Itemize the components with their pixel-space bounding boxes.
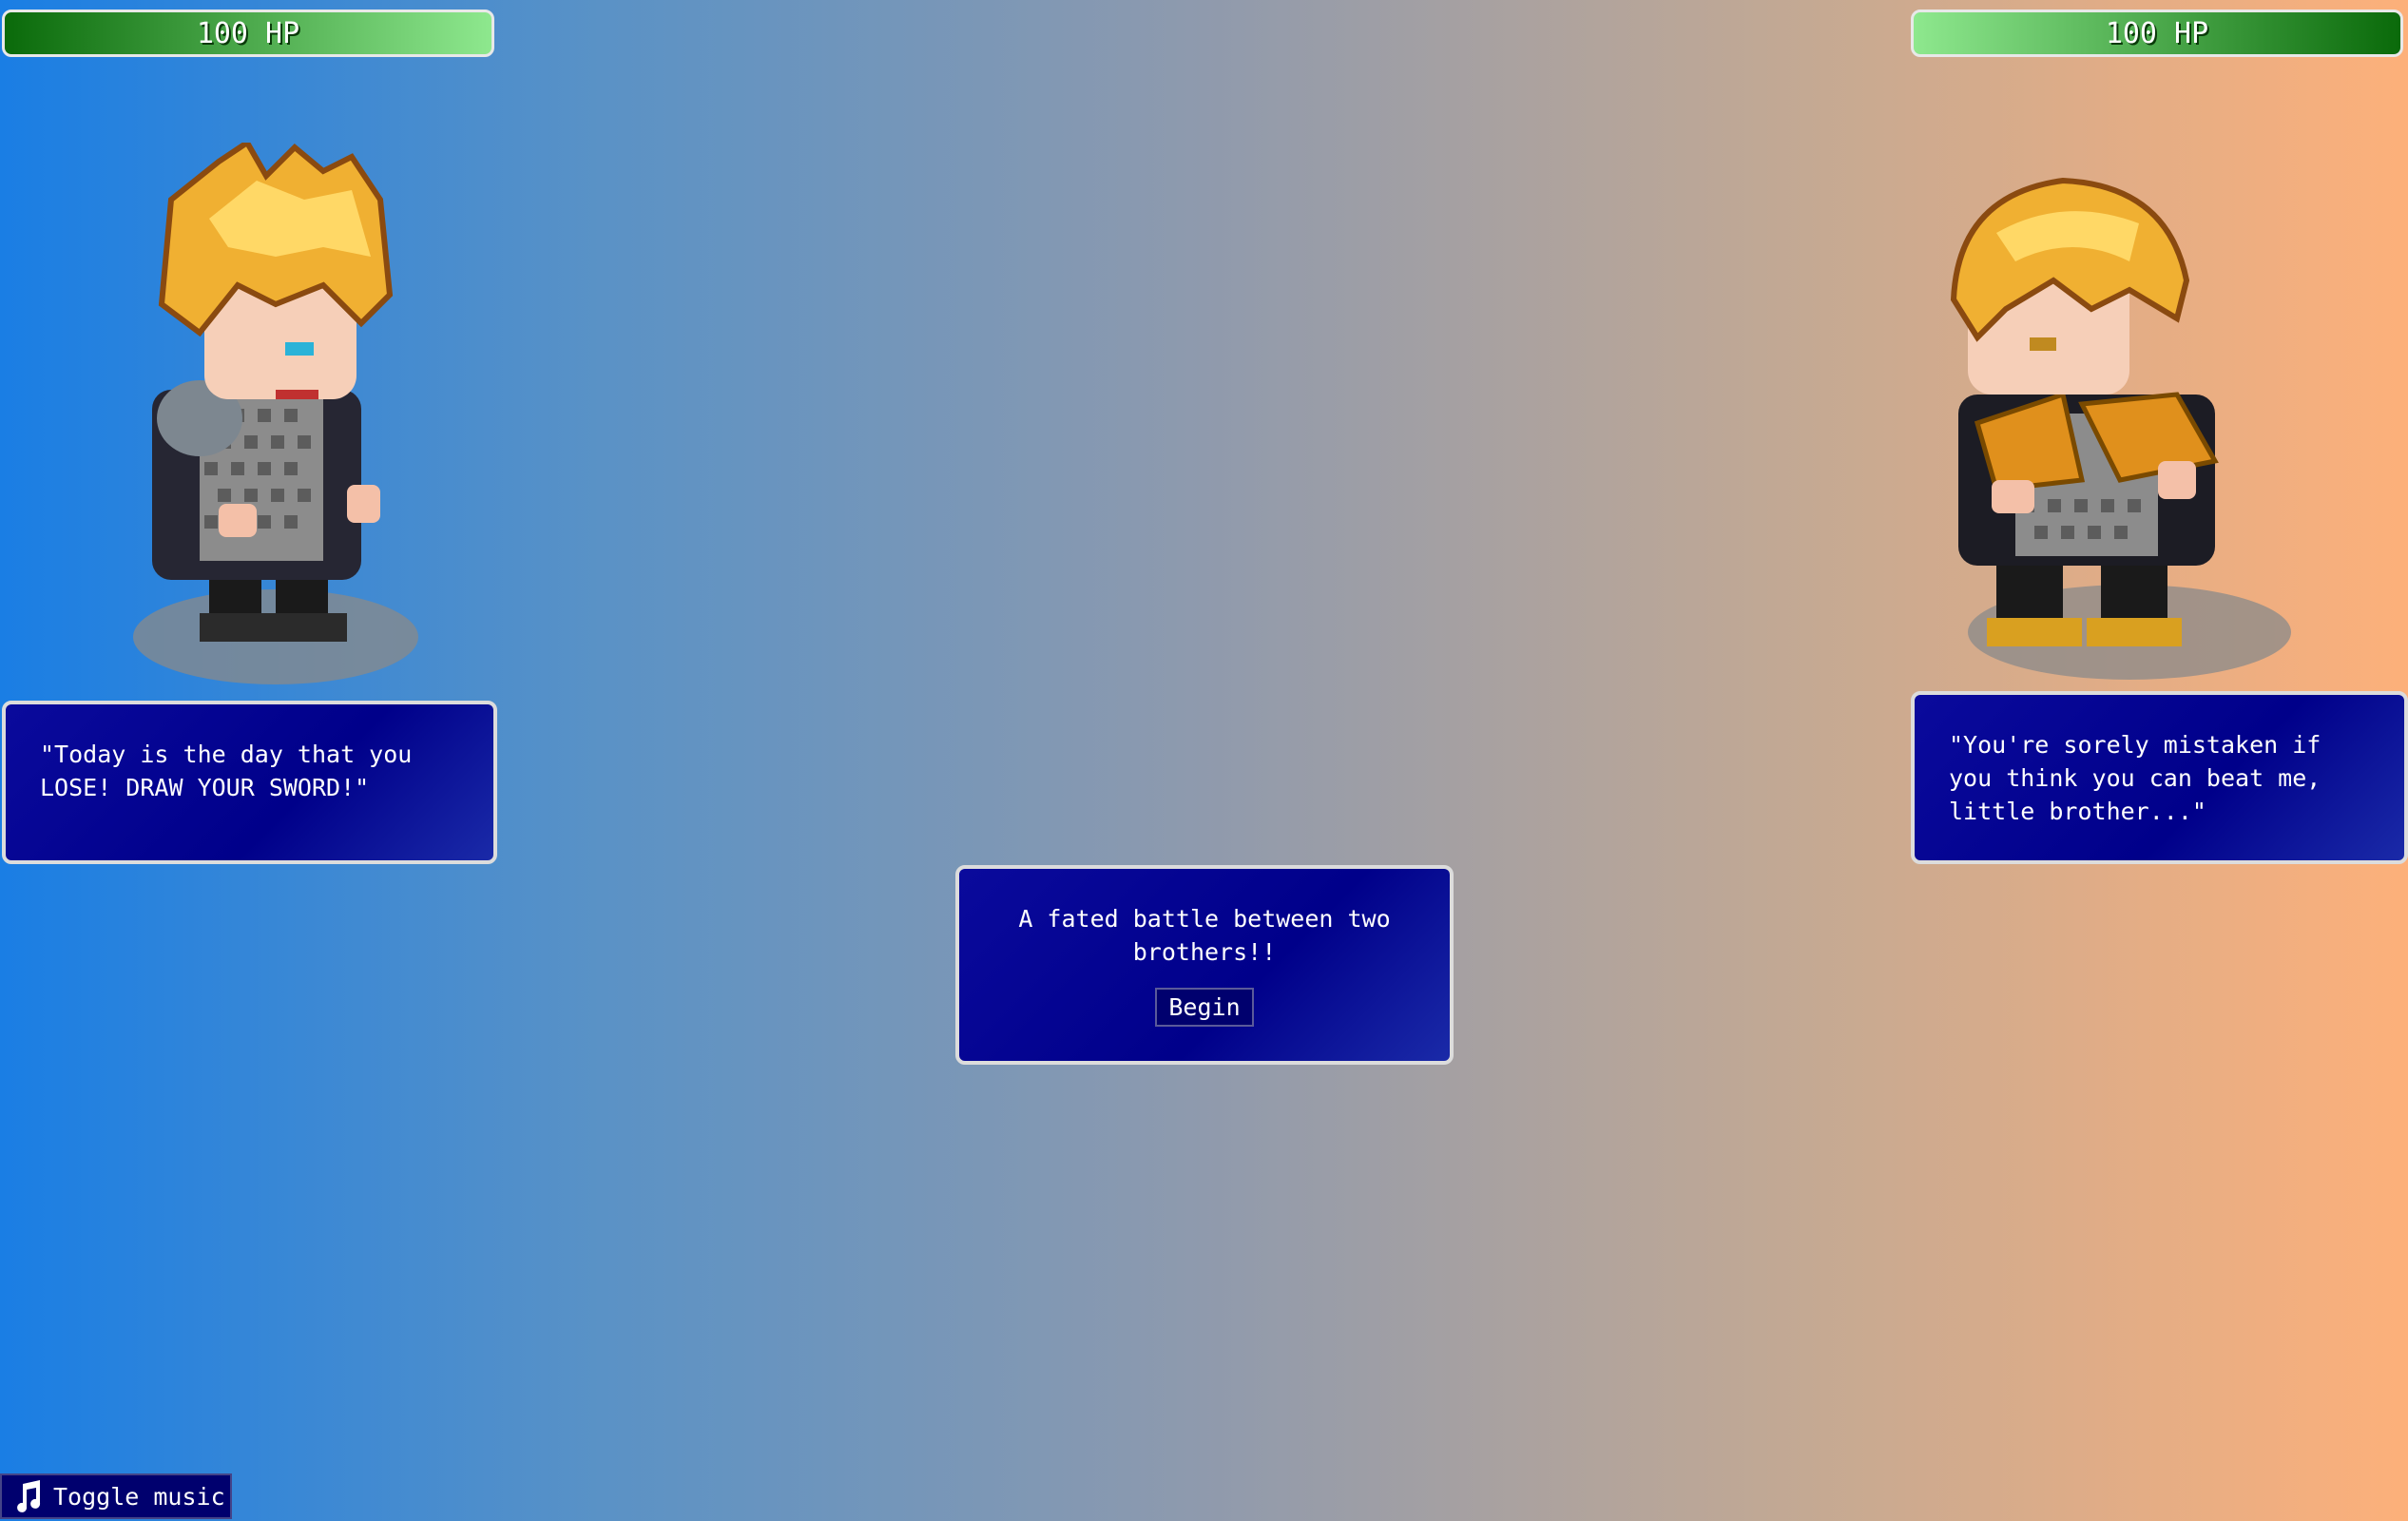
music-note-icon — [17, 1480, 41, 1512]
character-sprite-left — [133, 143, 418, 684]
toggle-music-button[interactable]: Toggle music — [0, 1473, 232, 1519]
intro-dialog: A fated battle between two brothers!! Be… — [955, 865, 1454, 1065]
hp-label-left: 100 HP — [196, 16, 300, 50]
hp-label-right: 100 HP — [2105, 16, 2209, 50]
speech-text-right: "You're sorely mistaken if you think you… — [1949, 731, 2321, 825]
speech-bubble-left: "Today is the day that you LOSE! DRAW YO… — [2, 701, 497, 864]
speech-text-left: "Today is the day that you LOSE! DRAW YO… — [40, 741, 413, 801]
begin-button[interactable]: Begin — [1155, 988, 1254, 1027]
speech-bubble-right: "You're sorely mistaken if you think you… — [1911, 691, 2408, 864]
hp-bar-right: 100 HP — [1911, 10, 2403, 57]
intro-message: A fated battle between two brothers!! — [1018, 905, 1391, 966]
toggle-music-label: Toggle music — [53, 1482, 225, 1511]
hp-bar-left: 100 HP — [2, 10, 494, 57]
character-sprite-right — [1950, 177, 2291, 680]
